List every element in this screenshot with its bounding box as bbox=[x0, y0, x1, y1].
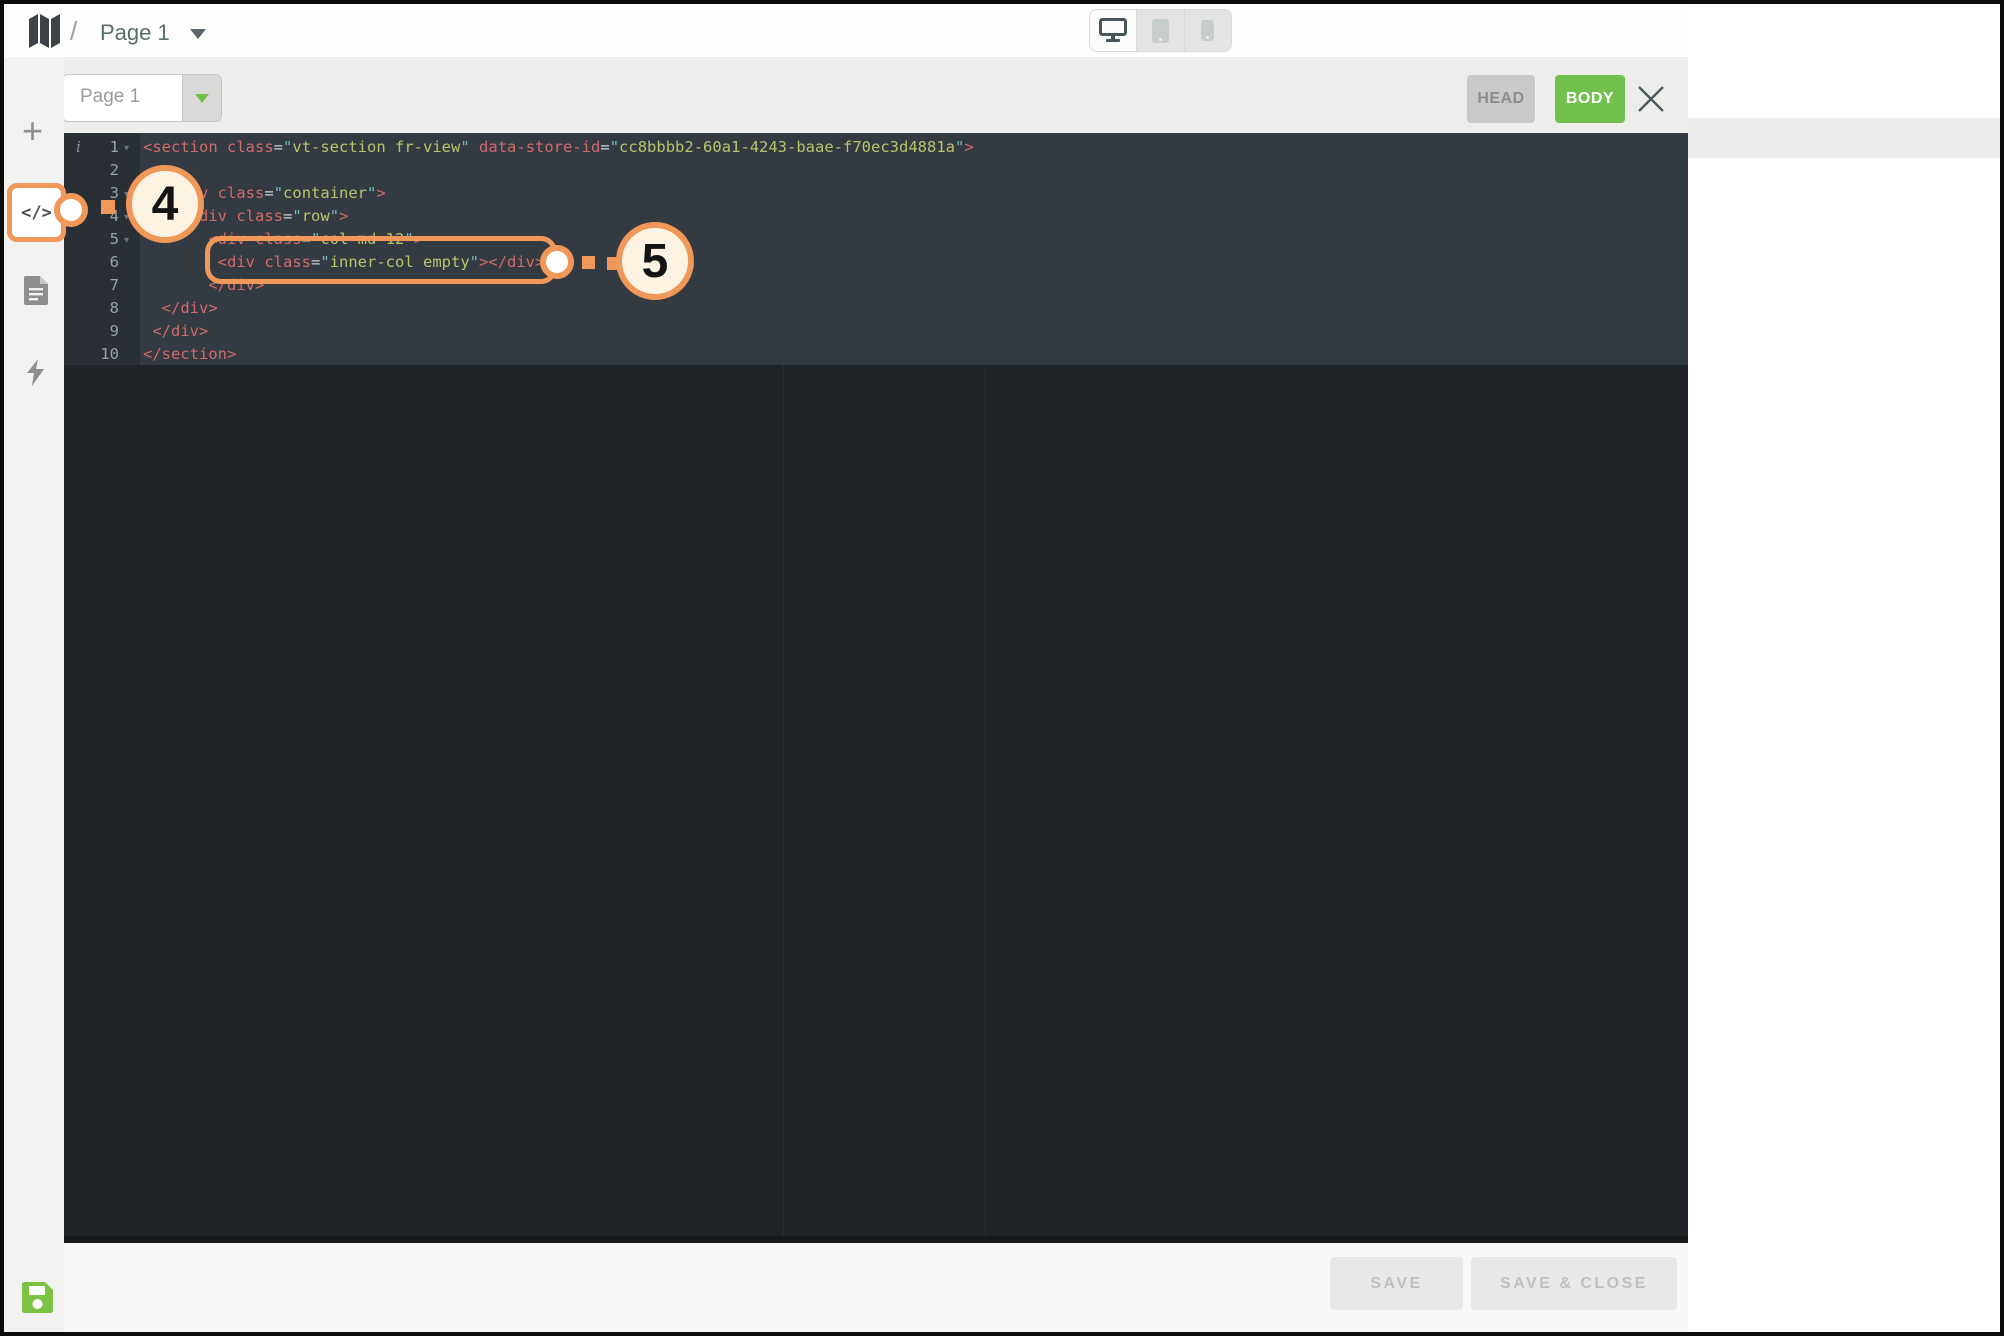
close-icon[interactable] bbox=[1635, 83, 1667, 115]
page-background-right bbox=[1688, 4, 2000, 1332]
editor-toolbar bbox=[64, 57, 1688, 133]
code-line[interactable]: </section> bbox=[143, 343, 974, 366]
code-line[interactable] bbox=[143, 159, 974, 182]
callout-5-number: 5 bbox=[641, 234, 669, 288]
code-line[interactable]: <div class="row"> bbox=[143, 205, 974, 228]
callout-5-connector-dot bbox=[540, 245, 574, 279]
code-line[interactable]: </div> bbox=[143, 297, 974, 320]
page-select-dropdown[interactable]: Page 1 bbox=[62, 74, 222, 122]
line-number: 2 bbox=[109, 161, 119, 179]
gutter-row: 5 ▾ bbox=[64, 228, 140, 251]
add-icon[interactable]: + bbox=[22, 113, 43, 149]
callout-5-dash bbox=[582, 256, 595, 269]
page-background-band bbox=[1688, 118, 2000, 158]
code-icon[interactable]: </> bbox=[21, 203, 52, 223]
line-number: 8 bbox=[109, 299, 119, 317]
page-select-value: Page 1 bbox=[80, 86, 141, 107]
mobile-preview-button[interactable] bbox=[1185, 10, 1231, 51]
gutter-row: i 1 ▾ bbox=[64, 136, 140, 159]
map-logo-icon[interactable] bbox=[28, 13, 62, 49]
tablet-preview-button[interactable] bbox=[1137, 10, 1185, 51]
left-sidebar bbox=[4, 57, 64, 1332]
editor-pane-divider bbox=[985, 365, 986, 1236]
lightning-icon[interactable] bbox=[27, 359, 46, 386]
tablet-icon bbox=[1151, 18, 1169, 43]
body-tab-button[interactable]: BODY bbox=[1555, 75, 1625, 123]
callout-step-5: 5 bbox=[616, 222, 694, 300]
page-builder-window: / Page 1 Page 1 HEAD BODY + </> i 1 ▾ 2 … bbox=[0, 0, 2004, 1336]
editor-bottom-strip bbox=[64, 1236, 1688, 1243]
save-and-close-button[interactable]: SAVE & CLOSE bbox=[1471, 1257, 1677, 1310]
page-select-arrow-button[interactable] bbox=[182, 75, 221, 121]
screenshot-border bbox=[0, 1332, 2004, 1336]
gutter-row: 9 bbox=[64, 320, 140, 343]
mobile-icon bbox=[1201, 20, 1215, 41]
gutter-row: 7 bbox=[64, 274, 140, 297]
gutter-row: 2 bbox=[64, 159, 140, 182]
editor-pane-divider bbox=[783, 365, 784, 1236]
save-disk-icon[interactable] bbox=[22, 1282, 53, 1313]
chevron-down-icon bbox=[195, 93, 209, 103]
line-number: 1 bbox=[109, 138, 119, 156]
callout-5-highlight-box bbox=[205, 236, 557, 284]
line-number: 7 bbox=[109, 276, 119, 294]
code-line[interactable]: <div class="container"> bbox=[143, 182, 974, 205]
gutter-rows: i1▾23▾4▾5▾678910 bbox=[64, 136, 140, 366]
screenshot-border bbox=[0, 0, 4, 1336]
breadcrumb-page-title: Page 1 bbox=[100, 20, 170, 45]
editor-empty-area bbox=[64, 365, 1688, 1236]
breadcrumb-dropdown-caret-icon[interactable] bbox=[190, 29, 206, 39]
document-icon[interactable] bbox=[24, 276, 49, 305]
breadcrumb-separator: / bbox=[70, 16, 78, 46]
callout-4-connector-dot bbox=[54, 193, 88, 227]
code-line[interactable]: <section class="vt-section fr-view" data… bbox=[143, 136, 974, 159]
gutter-row: 8 bbox=[64, 297, 140, 320]
callout-step-4: 4 bbox=[126, 165, 204, 243]
line-number: 9 bbox=[109, 322, 119, 340]
callout-4-dash bbox=[101, 200, 115, 214]
callout-4-number: 4 bbox=[151, 177, 179, 231]
line-number: 6 bbox=[109, 253, 119, 271]
screenshot-border bbox=[2000, 0, 2004, 1336]
line-number: 10 bbox=[100, 345, 119, 363]
gutter-row: 6 bbox=[64, 251, 140, 274]
fold-caret-icon[interactable]: ▾ bbox=[124, 229, 129, 252]
gutter-row: 10 bbox=[64, 343, 140, 366]
screenshot-border bbox=[0, 0, 2004, 4]
desktop-preview-button[interactable] bbox=[1090, 10, 1138, 51]
desktop-icon bbox=[1099, 18, 1128, 42]
save-button[interactable]: SAVE bbox=[1330, 1257, 1463, 1310]
fold-caret-icon[interactable]: ▾ bbox=[124, 137, 129, 160]
code-line[interactable]: </div> bbox=[143, 320, 974, 343]
line-number: 5 bbox=[109, 230, 119, 248]
device-preview-toggle bbox=[1089, 9, 1232, 52]
head-tab-button[interactable]: HEAD bbox=[1467, 75, 1535, 123]
